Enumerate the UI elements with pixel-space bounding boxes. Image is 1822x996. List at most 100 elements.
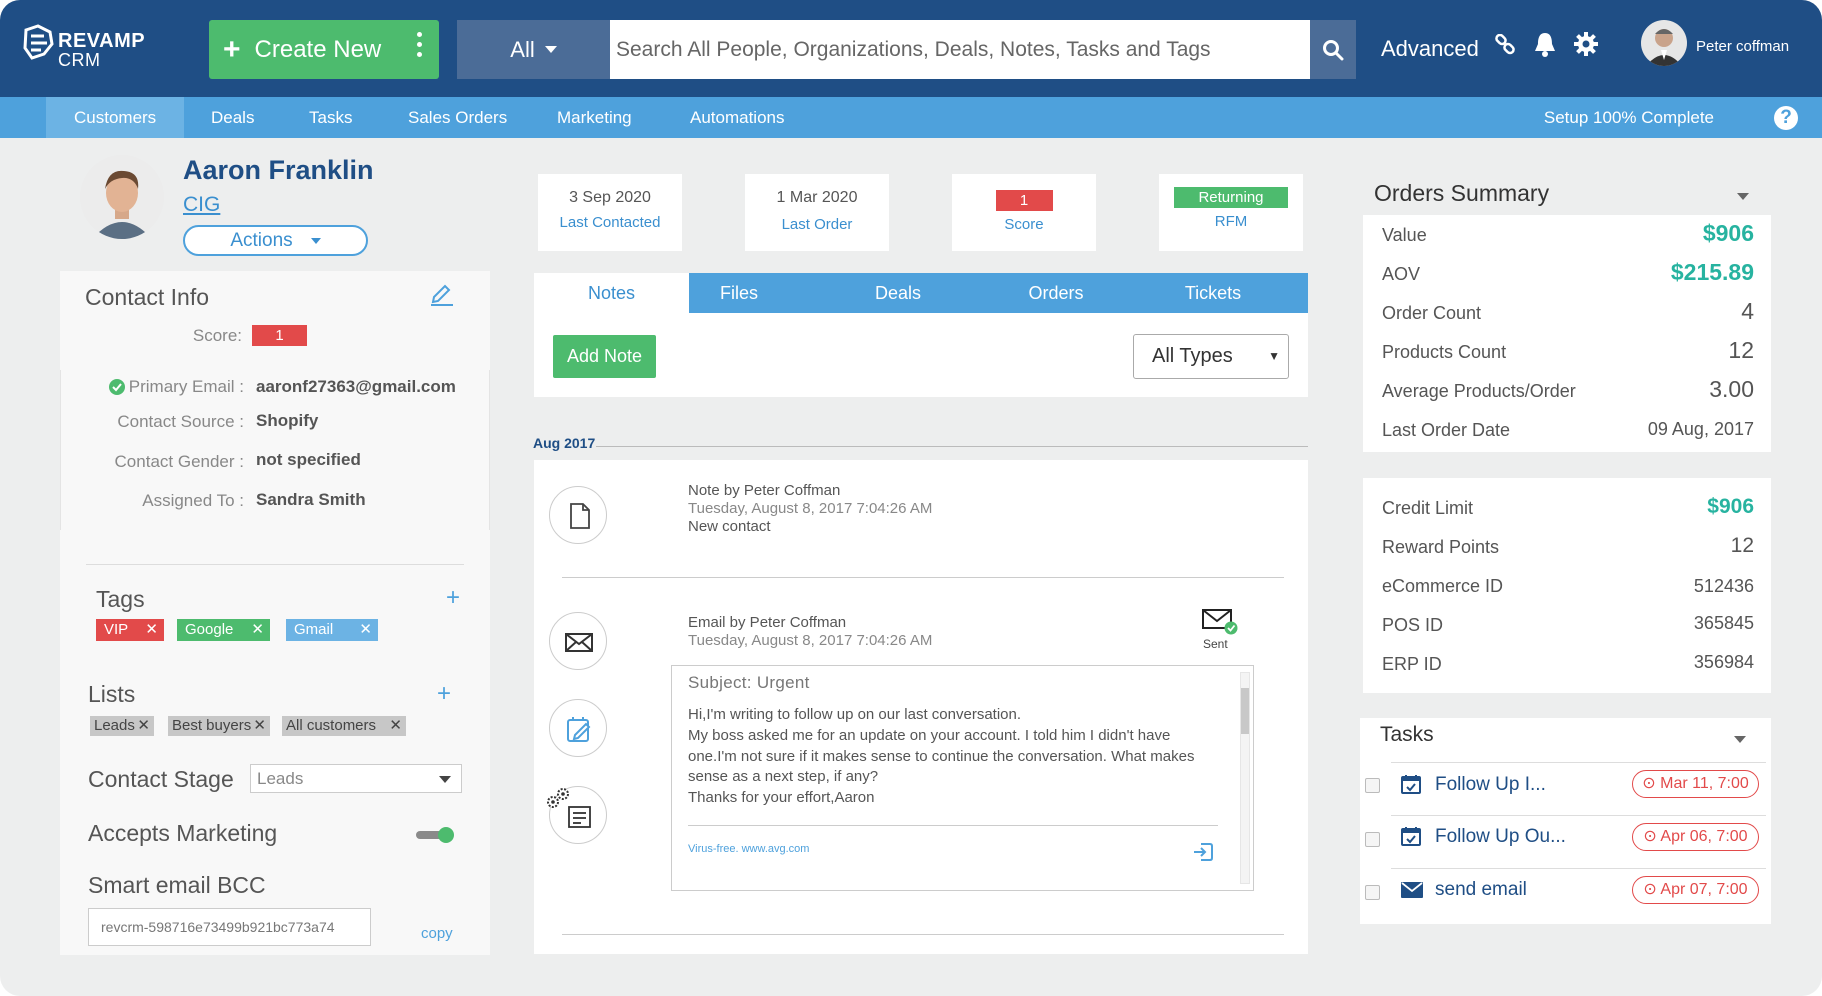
add-tag-icon[interactable]: + <box>446 584 460 612</box>
tab-files[interactable]: Files <box>689 273 789 313</box>
tab-orders[interactable]: Orders <box>1006 273 1106 313</box>
primary-email-value[interactable]: aaronf27363@gmail.com <box>256 377 456 397</box>
nav-automations[interactable]: Automations <box>662 97 813 138</box>
value-amount: $906 <box>1702 220 1754 246</box>
caret-down-icon <box>439 776 451 783</box>
add-list-icon[interactable]: + <box>437 680 451 708</box>
nav-sales-orders[interactable]: Sales Orders <box>380 97 535 138</box>
reward-points-value: 12 <box>1730 534 1754 557</box>
task-entry-icon <box>549 699 607 757</box>
ecommerce-id-value: 512436 <box>1693 576 1754 596</box>
remove-list-icon[interactable]: ✕ <box>137 716 150 736</box>
products-count-value: 12 <box>1728 337 1754 363</box>
bell-icon[interactable] <box>1533 31 1557 59</box>
accepts-marketing-toggle[interactable] <box>416 826 456 844</box>
link-icon[interactable] <box>1494 34 1516 56</box>
nav-customers[interactable]: Customers <box>46 97 185 138</box>
task-title[interactable]: send email <box>1435 879 1527 901</box>
note-entry-date: Tuesday, August 8, 2017 7:04:26 AM <box>688 500 933 517</box>
clock-icon: ⊙ <box>1643 828 1657 845</box>
tag-vip: VIP ✕ <box>96 619 164 641</box>
email-signature-divider <box>688 825 1218 826</box>
remove-tag-icon[interactable]: ✕ <box>251 619 264 641</box>
nav-deals[interactable]: Deals <box>183 97 282 138</box>
order-count-value: 4 <box>1741 298 1754 324</box>
open-email-icon[interactable] <box>1192 841 1214 863</box>
nav-tasks[interactable]: Tasks <box>281 97 380 138</box>
note-type-select[interactable]: All Types ▼ <box>1133 334 1289 379</box>
last-order-label: Last Order <box>781 216 853 233</box>
calendar-check-icon <box>1401 775 1421 794</box>
rfm-pill: Returning <box>1174 187 1288 208</box>
more-options-icon[interactable] <box>417 32 423 62</box>
setup-progress[interactable]: Setup 100% Complete <box>1544 97 1714 138</box>
nav-marketing[interactable]: Marketing <box>529 97 660 138</box>
remove-list-icon[interactable]: ✕ <box>389 716 402 736</box>
email-body-line: My boss asked me for an update on your a… <box>688 726 1171 744</box>
advanced-search-link[interactable]: Advanced <box>1381 36 1479 62</box>
primary-email-label: Primary Email : <box>128 377 244 396</box>
contact-stage-select[interactable]: Leads <box>250 764 462 793</box>
task-title[interactable]: Follow Up I... <box>1435 774 1546 796</box>
last-order-value: 1 Mar 2020 <box>776 189 858 206</box>
calendar-check-icon <box>1401 827 1421 846</box>
list-leads: Leads ✕ <box>90 716 154 736</box>
tab-tickets[interactable]: Tickets <box>1163 273 1263 313</box>
actions-dropdown[interactable]: Actions <box>183 225 368 256</box>
task-checkbox[interactable] <box>1365 778 1380 793</box>
list-best-buyers: Best buyers ✕ <box>168 716 270 736</box>
list-label: Leads <box>94 717 135 734</box>
help-icon[interactable]: ? <box>1774 106 1798 130</box>
note-entry-icon <box>549 486 607 544</box>
smart-bcc-field[interactable]: revcrm-598716e73499b921bc773a74 <box>88 908 371 946</box>
collapse-tasks-icon[interactable] <box>1734 736 1746 743</box>
email-scrollbar-thumb[interactable] <box>1241 688 1249 734</box>
email-body-line: one.I'm not sure if it makes sense to co… <box>688 747 1195 765</box>
user-name[interactable]: Peter coffman <box>1696 38 1789 55</box>
credit-limit-value: $906 <box>1707 495 1754 518</box>
accepts-marketing-title: Accepts Marketing <box>88 820 278 846</box>
search-button[interactable] <box>1310 20 1356 79</box>
task-due-date: Mar 11, 7:00 <box>1660 775 1749 792</box>
note-entry-header: Note by Peter Coffman Tuesday, August 8,… <box>688 482 932 536</box>
orders-summary-title: Orders Summary <box>1374 180 1550 206</box>
task-divider <box>1391 762 1766 763</box>
search-scope-dropdown[interactable]: All <box>457 20 610 79</box>
remove-list-icon[interactable]: ✕ <box>253 716 266 736</box>
sent-status-label: Sent <box>1203 637 1228 651</box>
task-due-date: Apr 07, 7:00 <box>1660 881 1748 898</box>
user-avatar[interactable] <box>1641 20 1687 66</box>
last-contacted-value: 3 Sep 2020 <box>569 189 651 206</box>
contact-company-link[interactable]: CIG <box>183 193 220 217</box>
task-checkbox[interactable] <box>1365 832 1380 847</box>
email-entry-date: Tuesday, August 8, 2017 7:04:26 AM <box>688 632 933 649</box>
lists-title: Lists <box>88 681 136 707</box>
score-pill: 1 <box>995 190 1053 211</box>
tag-label: VIP <box>104 621 129 638</box>
contact-avatar <box>80 155 164 239</box>
email-body: Hi,I'm writing to follow up on our last … <box>688 705 1218 809</box>
task-title[interactable]: Follow Up Ou... <box>1435 826 1566 848</box>
rfm-card: Returning RFM <box>1159 174 1303 251</box>
task-checkbox[interactable] <box>1365 885 1380 900</box>
collapse-orders-icon[interactable] <box>1737 193 1749 200</box>
caret-down-icon <box>544 46 557 53</box>
email-body-line: Hi,I'm writing to follow up on our last … <box>688 706 1022 723</box>
tasks-title: Tasks <box>1380 723 1434 746</box>
edit-icon[interactable] <box>428 280 454 306</box>
create-new-button[interactable]: + Create New <box>209 20 439 79</box>
feed-divider <box>562 934 1284 935</box>
email-signature-link[interactable]: Virus-free. www.avg.com <box>688 843 809 855</box>
copy-bcc-link[interactable]: copy <box>421 925 453 942</box>
remove-tag-icon[interactable]: ✕ <box>145 619 158 641</box>
search-input[interactable] <box>610 20 1310 79</box>
tab-notes[interactable]: Notes <box>534 273 689 313</box>
products-count-label: Products Count <box>1382 342 1507 362</box>
tab-deals[interactable]: Deals <box>848 273 948 313</box>
feed-divider <box>562 577 1284 578</box>
gear-icon[interactable] <box>1573 31 1599 57</box>
remove-tag-icon[interactable]: ✕ <box>359 619 372 641</box>
add-note-button[interactable]: Add Note <box>553 335 656 378</box>
contact-source-label: Contact Source : <box>117 412 244 431</box>
tag-label: Google <box>185 621 234 638</box>
